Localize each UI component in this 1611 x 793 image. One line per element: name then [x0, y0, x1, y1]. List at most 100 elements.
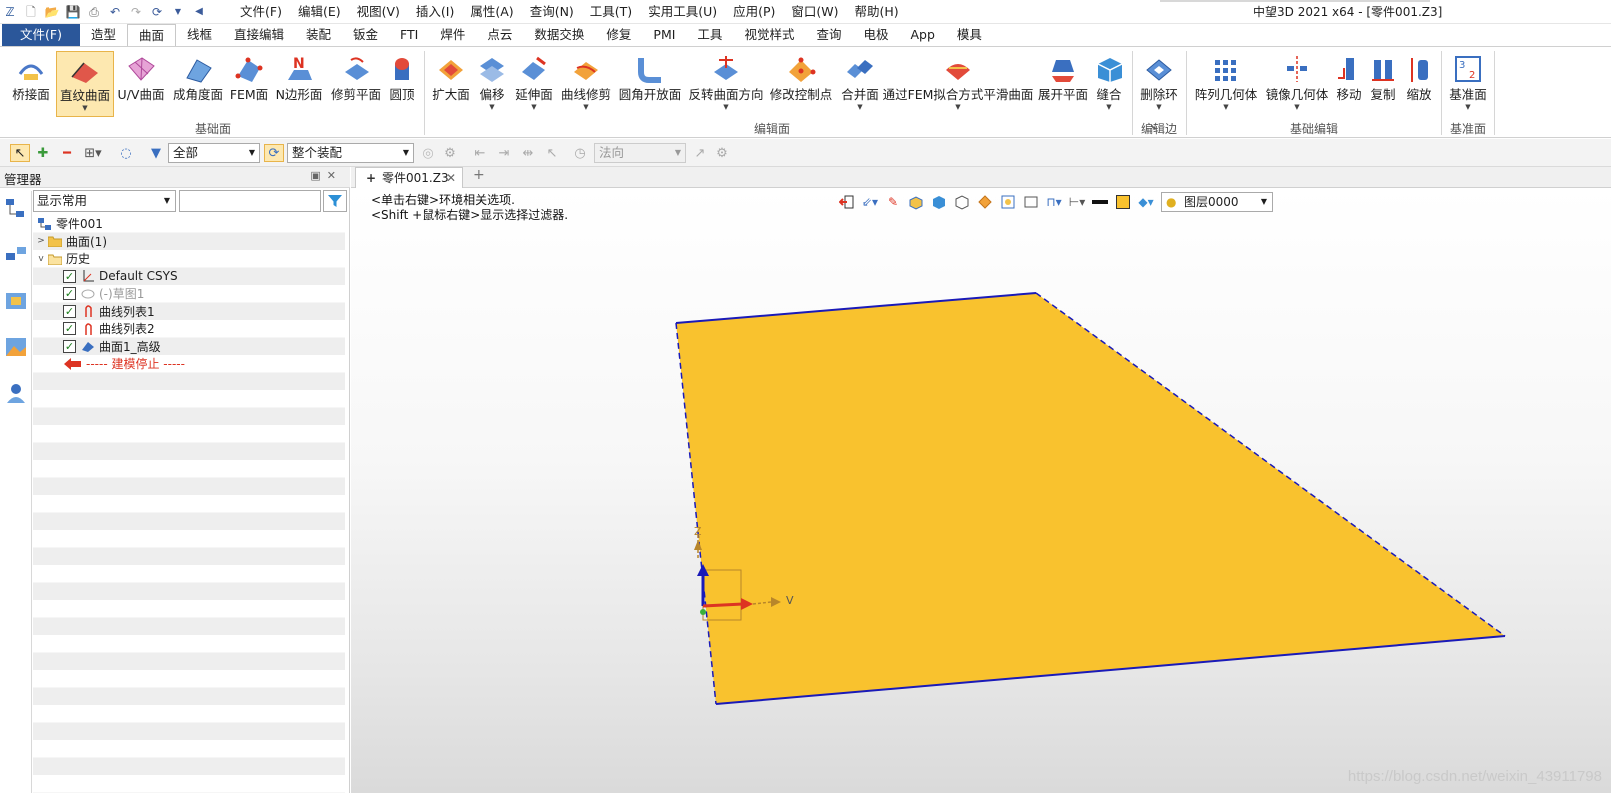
redo-icon[interactable]: ↷ [128, 4, 144, 20]
disabled-tool-icon[interactable]: ↗ [692, 144, 708, 162]
visibility-checkbox[interactable]: ✓ [63, 269, 76, 283]
save-icon[interactable]: 💾 [65, 4, 81, 20]
chevron-right-icon[interactable]: > [35, 236, 47, 246]
select-circle-icon[interactable]: ◌ [117, 144, 135, 162]
visual-manager-icon[interactable] [4, 335, 28, 359]
uv-surface-button[interactable]: U/V曲面 [118, 51, 164, 117]
tab-inquire[interactable]: 查询 [805, 24, 852, 46]
scale-button[interactable]: 缩放 [1404, 51, 1434, 117]
angled-surface-button[interactable]: 成角度面 [172, 51, 224, 117]
menu-utilities[interactable]: 实用工具(U) [640, 4, 725, 20]
tree-item-modeling-stop[interactable]: ----- 建模停止 ----- [63, 355, 185, 373]
copy-button[interactable]: 复制 [1368, 51, 1398, 117]
tree-item-curve-list-1[interactable]: ✓ 曲线列表1 [63, 303, 155, 321]
menu-apps[interactable]: 应用(P) [725, 4, 783, 20]
tab-data-exchange[interactable]: 数据交换 [523, 24, 595, 46]
collapse-left-icon[interactable]: ◀ [191, 4, 207, 20]
add-icon[interactable]: ✚ [34, 144, 52, 162]
n-sided-surface-button[interactable]: N N边形面 [274, 51, 324, 117]
menu-inquire[interactable]: 查询(N) [522, 4, 582, 20]
chevron-down-icon[interactable]: v [35, 254, 47, 264]
tree-item-sketch[interactable]: ✓ (-)草图1 [63, 285, 144, 303]
merge-faces-button[interactable]: 合并面 ▼ [840, 51, 880, 117]
visibility-checkbox[interactable]: ✓ [63, 339, 76, 353]
bridge-surface-button[interactable]: 桥接面 [8, 51, 54, 117]
filter-icon[interactable]: ▼ [146, 144, 166, 162]
fillet-open-face-button[interactable]: 圆角开放面 [618, 51, 682, 117]
tree-item-curve-list-2[interactable]: ✓ 曲线列表2 [63, 320, 155, 338]
visibility-checkbox[interactable]: ✓ [63, 287, 76, 301]
new-file-icon[interactable]: 🗋 [23, 4, 39, 20]
tab-direct-edit[interactable]: 直接编辑 [223, 24, 295, 46]
offset-button[interactable]: 偏移 ▼ [475, 51, 509, 117]
assembly-icon[interactable]: ⟳ [264, 144, 284, 162]
enlarge-face-button[interactable]: 扩大面 [432, 51, 470, 117]
disabled-tool-icon[interactable]: ⇤ [472, 144, 488, 162]
tab-sheetmetal[interactable]: 钣金 [342, 24, 389, 46]
visibility-checkbox[interactable]: ✓ [63, 304, 76, 318]
tab-repair[interactable]: 修复 [595, 24, 642, 46]
tree-root[interactable]: 零件001 [37, 215, 103, 233]
menu-file[interactable]: 文件(F) [232, 4, 290, 20]
select-pointer-icon[interactable]: ↖ [10, 144, 30, 162]
app-logo-icon[interactable]: ℤ [2, 4, 18, 20]
pattern-geometry-button[interactable]: 阵列几何体 ▼ [1194, 51, 1258, 117]
filter-funnel-icon[interactable] [323, 190, 347, 212]
disabled-tool-icon[interactable]: ◎ [420, 144, 436, 162]
assembly-tree-icon[interactable] [4, 243, 28, 267]
tab-surface[interactable]: 曲面 [126, 24, 176, 46]
quickbar-more-icon[interactable]: ▼ [170, 4, 186, 20]
move-button[interactable]: 移动 [1334, 51, 1364, 117]
menu-tools[interactable]: 工具(T) [582, 4, 640, 20]
graphics-viewport[interactable]: <单击右键>环境相关选项. <Shift +鼠标右键>显示选择过滤器. ⇙▾ ✎… [351, 188, 1611, 793]
disabled-tool-icon[interactable]: ⇹ [520, 144, 536, 162]
menu-help[interactable]: 帮助(H) [847, 4, 907, 20]
menu-view[interactable]: 视图(V) [349, 4, 408, 20]
tab-visual-style[interactable]: 视觉样式 [733, 24, 805, 46]
fem-smooth-surface-button[interactable]: 通过FEM拟合方式平滑曲面 ▼ [883, 51, 1033, 117]
menu-window[interactable]: 窗口(W) [783, 4, 846, 20]
delete-loop-button[interactable]: 删除环 ▼ [1138, 51, 1180, 117]
tree-item-surface-folder[interactable]: > 曲面(1) [35, 233, 107, 251]
menu-attribute[interactable]: 属性(A) [462, 4, 521, 20]
user-role-icon[interactable] [4, 381, 28, 405]
tab-fti[interactable]: FTI [389, 24, 429, 46]
close-icon[interactable]: ✕ [446, 168, 456, 188]
assembly-select[interactable]: 整个装配 ▼ [287, 143, 414, 163]
refresh-icon[interactable]: ⟳ [149, 4, 165, 20]
tab-file[interactable]: 文件(F) [2, 24, 80, 46]
menu-edit[interactable]: 编辑(E) [290, 4, 349, 20]
disabled-tool-icon[interactable]: ⇥ [496, 144, 512, 162]
unfold-plane-button[interactable]: 展开平面 [1037, 51, 1089, 117]
tab-pmi[interactable]: PMI [642, 24, 686, 46]
undo-icon[interactable]: ↶ [107, 4, 123, 20]
ruled-surface[interactable] [676, 293, 1505, 704]
tree-item-history-folder[interactable]: v 历史 [35, 250, 90, 268]
visibility-checkbox[interactable]: ✓ [63, 322, 76, 336]
disabled-tool-icon[interactable]: ↖ [544, 144, 560, 162]
tab-pointcloud[interactable]: 点云 [476, 24, 523, 46]
part-view-icon[interactable] [4, 289, 28, 313]
trim-plane-button[interactable]: 修剪平面 [330, 51, 382, 117]
disabled-tool-icon[interactable]: ⚙ [442, 144, 458, 162]
open-folder-icon[interactable]: 📂 [44, 4, 60, 20]
ruled-surface-button[interactable]: 直纹曲面 ▼ [56, 51, 114, 117]
filter-select[interactable]: 全部 ▼ [168, 143, 260, 163]
tab-tools[interactable]: 工具 [686, 24, 733, 46]
document-tab[interactable]: + 零件001.Z3 ✕ [355, 167, 463, 188]
display-filter-select[interactable]: 显示常用 ▼ [33, 190, 176, 212]
tab-weldment[interactable]: 焊件 [429, 24, 476, 46]
reverse-surface-direction-button[interactable]: 反转曲面方向 ▼ [688, 51, 764, 117]
extend-face-button[interactable]: 延伸面 ▼ [514, 51, 554, 117]
mirror-geometry-button[interactable]: 镜像几何体 ▼ [1265, 51, 1329, 117]
tab-assembly[interactable]: 装配 [295, 24, 342, 46]
tab-wireframe[interactable]: 线框 [176, 24, 223, 46]
disabled-tool-icon[interactable]: ◷ [572, 144, 588, 162]
tab-app[interactable]: App [899, 24, 945, 46]
fem-surface-button[interactable]: FEM面 [229, 51, 269, 117]
disabled-tool-icon[interactable]: ⚙ [714, 144, 730, 162]
panel-pin-close-icon[interactable]: ▣✕ [310, 169, 342, 182]
curve-trim-button[interactable]: 曲线修剪 ▼ [561, 51, 611, 117]
remove-icon[interactable]: ━ [58, 144, 76, 162]
dome-button[interactable]: 圆顶 [386, 51, 418, 117]
